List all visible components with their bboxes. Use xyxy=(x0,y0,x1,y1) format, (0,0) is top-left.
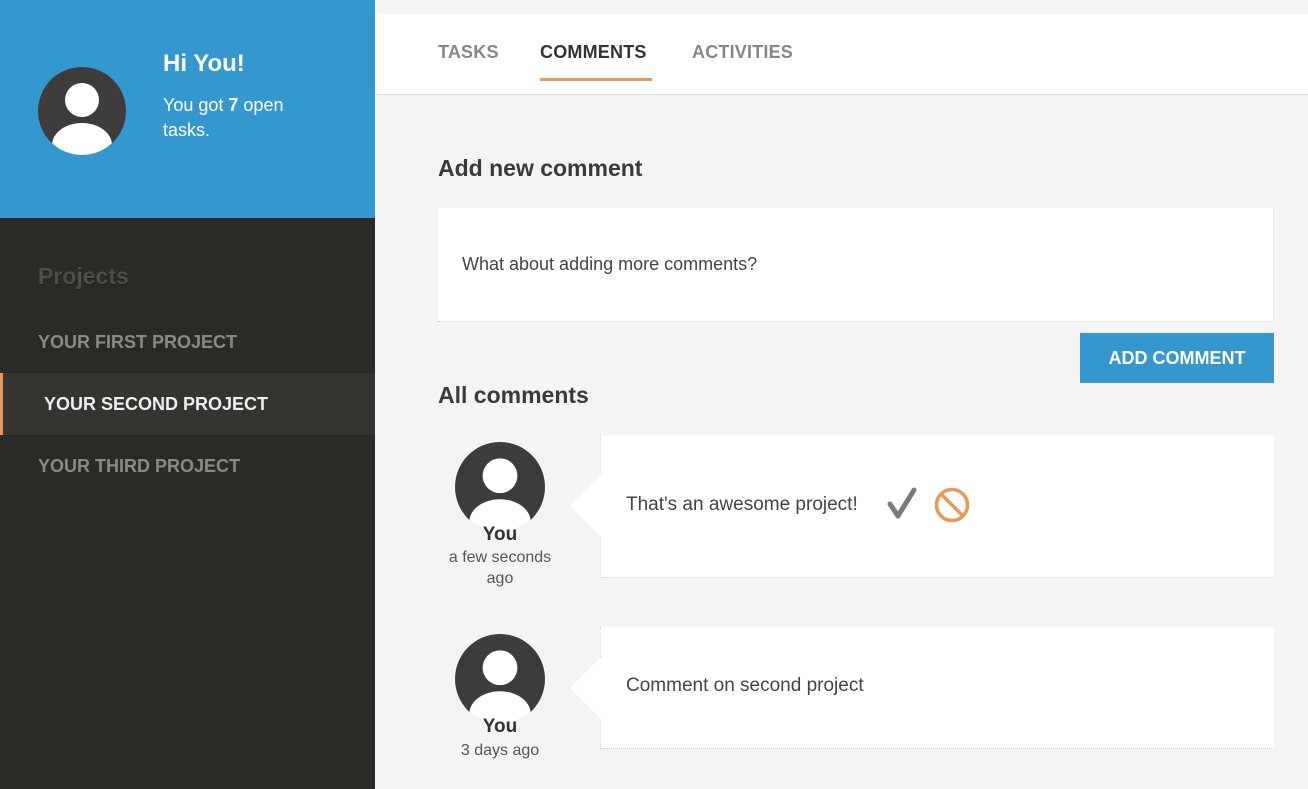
avatar-icon xyxy=(38,67,126,155)
comment-author: You xyxy=(482,716,518,737)
all-comments-heading: All comments xyxy=(438,382,589,408)
open-tasks-summary: You got 7 open tasks. xyxy=(163,95,284,140)
add-comment-button[interactable]: ADD COMMENT xyxy=(1080,333,1274,383)
comment-input[interactable] xyxy=(438,208,1274,322)
user-profile: Hi You! You got 7 open tasks. xyxy=(0,0,375,218)
avatar-icon xyxy=(455,442,545,532)
avatar-icon xyxy=(455,634,545,724)
comment-timestamp: 3 days ago xyxy=(460,742,540,759)
tab-tasks[interactable]: TASKS xyxy=(438,42,499,63)
sidebar: Hi You! You got 7 open tasks. Projects Y… xyxy=(0,0,375,789)
greeting: Hi You! xyxy=(163,50,245,77)
sidebar-item-third-project[interactable]: YOUR THIRD PROJECT xyxy=(0,435,375,497)
comment-timestamp: a few seconds ago xyxy=(448,549,552,587)
projects-heading: Projects xyxy=(38,263,129,289)
sidebar-item-second-project[interactable]: YOUR SECOND PROJECT xyxy=(0,373,375,435)
tab-activities[interactable]: ACTIVITIES xyxy=(692,42,793,63)
active-tab-indicator xyxy=(540,78,652,81)
check-icon[interactable] xyxy=(887,487,917,521)
add-comment-heading: Add new comment xyxy=(438,155,643,181)
block-icon[interactable] xyxy=(933,486,971,524)
comment-text: That's an awesome project! xyxy=(626,494,858,515)
comment-text: Comment on second project xyxy=(626,675,864,696)
comment-card: That's an awesome project! xyxy=(570,435,1274,578)
tab-bar: TASKS COMMENTS ACTIVITIES xyxy=(375,0,1308,95)
open-tasks-count: 7 xyxy=(228,95,239,115)
comment-card: Comment on second project xyxy=(570,627,1274,749)
sidebar-item-first-project[interactable]: YOUR FIRST PROJECT xyxy=(0,311,375,373)
tab-comments[interactable]: COMMENTS xyxy=(540,42,647,63)
comment-author: You xyxy=(482,524,518,545)
